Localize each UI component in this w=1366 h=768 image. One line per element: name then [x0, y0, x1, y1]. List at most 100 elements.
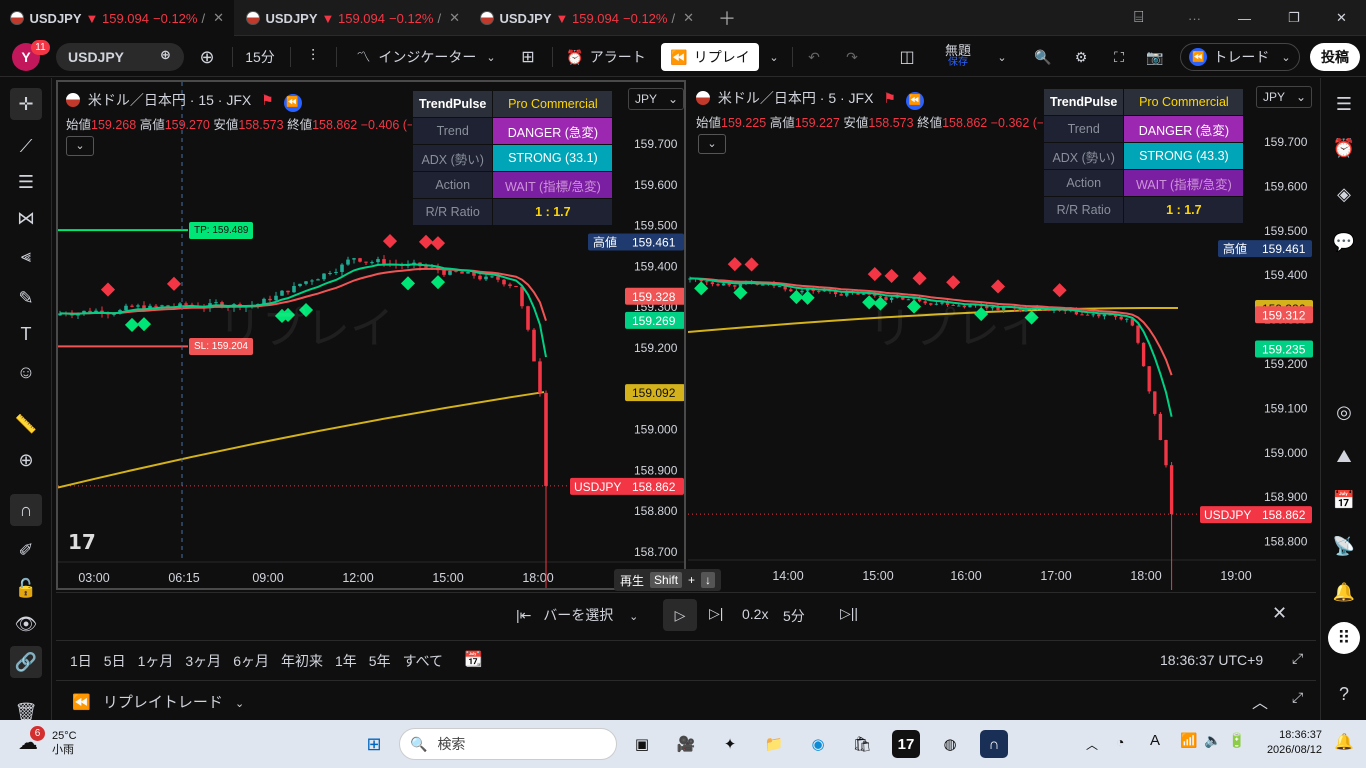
pattern-icon[interactable]: ⋈: [10, 202, 42, 234]
network-status-icon[interactable]: ◔: [1116, 734, 1124, 750]
close-tab-icon[interactable]: ✕: [683, 10, 694, 26]
quick-search-icon[interactable]: 🔍: [1030, 43, 1056, 71]
layout-name-button[interactable]: 無題 保存: [932, 43, 984, 71]
eye-icon[interactable]: 👁: [10, 608, 42, 640]
volume-icon[interactable]: 🔈: [1204, 732, 1221, 749]
more-icon[interactable]: ···: [1178, 0, 1211, 36]
help-icon[interactable]: ?: [1328, 678, 1360, 710]
maximize-icon[interactable]: ❐: [1278, 0, 1310, 36]
close-tab-icon[interactable]: ✕: [449, 10, 460, 26]
step-forward-icon[interactable]: ▷|: [709, 605, 723, 622]
close-replay-icon[interactable]: ✕: [1272, 603, 1287, 624]
compass-icon[interactable]: ◎: [1328, 396, 1360, 428]
tradingview-app-icon[interactable]: 17: [892, 730, 920, 758]
task-view-icon[interactable]: ▣: [628, 730, 656, 758]
notifications-icon[interactable]: 🔔: [1328, 576, 1360, 608]
chat-icon[interactable]: 💬: [1328, 226, 1360, 258]
magnet-icon[interactable]: ∩: [10, 494, 42, 526]
goto-date-icon[interactable]: 📆: [464, 650, 483, 668]
edge-icon[interactable]: ◉: [804, 730, 832, 758]
emoji-icon[interactable]: ☺: [10, 356, 42, 388]
weather-widget[interactable]: 25°C 小雨: [52, 729, 77, 757]
link-icon[interactable]: 🔗: [10, 646, 42, 678]
layers-icon[interactable]: ◈: [1328, 178, 1360, 210]
ideas-icon[interactable]: ⛰: [1328, 440, 1360, 472]
alerts-icon[interactable]: ⏰: [1328, 132, 1360, 164]
expand-icon[interactable]: ⤢: [1292, 650, 1303, 667]
trend-line-icon[interactable]: ⟋: [10, 130, 42, 162]
stream-icon[interactable]: 📡: [1328, 530, 1360, 562]
replay-button[interactable]: ⏪ リプレイ: [661, 43, 759, 71]
select-bar-button[interactable]: |⇤ バーを選択 ⌄: [516, 605, 638, 625]
watchlist-icon[interactable]: ☰: [1328, 88, 1360, 120]
maximize-panel-icon[interactable]: ⤢: [1292, 689, 1303, 706]
close-window-icon[interactable]: ✕: [1326, 0, 1357, 36]
brush-icon[interactable]: ✎: [10, 282, 42, 314]
speed-button[interactable]: 0.2x: [742, 606, 768, 622]
lock-icon[interactable]: 🔓: [10, 572, 42, 604]
calendar-icon[interactable]: 📅: [1328, 484, 1360, 516]
text-icon[interactable]: T: [10, 318, 42, 350]
battery-icon[interactable]: 🔋: [1228, 732, 1245, 749]
teams-icon[interactable]: 🎥: [672, 730, 700, 758]
screen-icon[interactable]: ⌸: [1124, 0, 1154, 36]
close-tab-icon[interactable]: ✕: [213, 10, 224, 26]
layout-chevron-icon[interactable]: ⌄: [994, 43, 1010, 71]
chart-pane-15m[interactable]: 159.700 159.600 159.500 159.400 159.300 159.2…: [56, 80, 686, 590]
collapse-legend-chevron-icon[interactable]: ⌄: [698, 134, 726, 154]
redo-icon[interactable]: ↷: [840, 43, 864, 71]
split-layout-icon[interactable]: ◫: [894, 43, 920, 71]
interval-button[interactable]: 15分: [240, 43, 280, 71]
range-3[interactable]: 3ヶ月: [185, 651, 221, 671]
range-4[interactable]: 6ヶ月: [233, 651, 269, 671]
lock-drawing-icon[interactable]: ✐: [10, 534, 42, 566]
range-1[interactable]: 5日: [104, 651, 126, 671]
system-clock[interactable]: 18:36:37 2026/08/12: [1258, 728, 1322, 758]
candle-type-icon[interactable]: ⫶: [300, 43, 326, 71]
copilot-icon[interactable]: ✦: [716, 730, 744, 758]
minimize-icon[interactable]: —: [1228, 0, 1261, 36]
trade-button[interactable]: ⏪ トレード ⌄: [1180, 43, 1300, 71]
symbol-search[interactable]: USDJPY ⊕: [56, 43, 184, 71]
replay-menu-chevron-icon[interactable]: ⌄: [764, 43, 784, 71]
crosshair-icon[interactable]: ✛: [10, 88, 42, 120]
range-2[interactable]: 1ヶ月: [138, 651, 174, 671]
chrome-icon[interactable]: ◍: [936, 730, 964, 758]
indicators-button[interactable]: 〽 インジケーター ⌄: [346, 43, 506, 71]
undo-icon[interactable]: ↶: [802, 43, 826, 71]
ime-indicator[interactable]: A: [1150, 732, 1160, 749]
range-0[interactable]: 1日: [70, 651, 92, 671]
fib-icon[interactable]: ☰: [10, 166, 42, 198]
notification-bell-icon[interactable]: 🔔: [1334, 732, 1354, 752]
alert-button[interactable]: ⏰ アラート: [560, 43, 652, 71]
layouts-icon[interactable]: ⊞: [514, 43, 542, 71]
collapse-legend-chevron-icon[interactable]: ⌄: [66, 136, 94, 156]
currency-select[interactable]: JPY ⌄: [628, 88, 684, 110]
ruler-icon[interactable]: 📏: [10, 408, 42, 440]
wifi-icon[interactable]: 📶: [1180, 732, 1197, 749]
new-tab-icon[interactable]: ＋: [708, 0, 746, 36]
explorer-icon[interactable]: 📁: [760, 730, 788, 758]
range-8[interactable]: すべて: [403, 651, 443, 671]
store-icon[interactable]: 🛍: [848, 730, 876, 758]
jump-to-realtime-icon[interactable]: ▷||: [840, 605, 858, 622]
fullscreen-icon[interactable]: ⛶: [1106, 43, 1132, 71]
play-button[interactable]: ▷: [663, 599, 697, 631]
tab-usdjpy-1[interactable]: USDJPY ▼ 159.094 −0.12% / ✕: [0, 0, 234, 36]
currency-select[interactable]: JPY ⌄: [1256, 86, 1312, 108]
replay-trade-panel-tab[interactable]: ⏪ リプレイトレード ⌄: [72, 691, 244, 712]
apps-icon[interactable]: ⠿: [1328, 622, 1360, 654]
collapse-panel-icon[interactable]: ︿: [1252, 689, 1268, 713]
add-symbol-icon[interactable]: ⊕: [194, 43, 220, 71]
chart-pane-5m[interactable]: 159.700159.600159.500159.400159.300159.2…: [688, 80, 1316, 590]
zoom-icon[interactable]: ⊕: [10, 444, 42, 476]
app-icon[interactable]: ∩: [980, 730, 1008, 758]
camera-icon[interactable]: 📷: [1142, 43, 1168, 71]
forecast-icon[interactable]: ⫷: [10, 240, 42, 272]
clock-readout[interactable]: 18:36:37 UTC+9: [1160, 652, 1263, 668]
tab-usdjpy-2[interactable]: USDJPY ▼ 159.094 −0.12% / ✕: [236, 0, 470, 36]
taskbar-search[interactable]: 🔍 検索: [399, 728, 617, 760]
start-icon[interactable]: ⊞: [360, 730, 388, 758]
range-5[interactable]: 年初来: [281, 651, 323, 671]
tray-chevron-icon[interactable]: ︿: [1086, 736, 1098, 753]
